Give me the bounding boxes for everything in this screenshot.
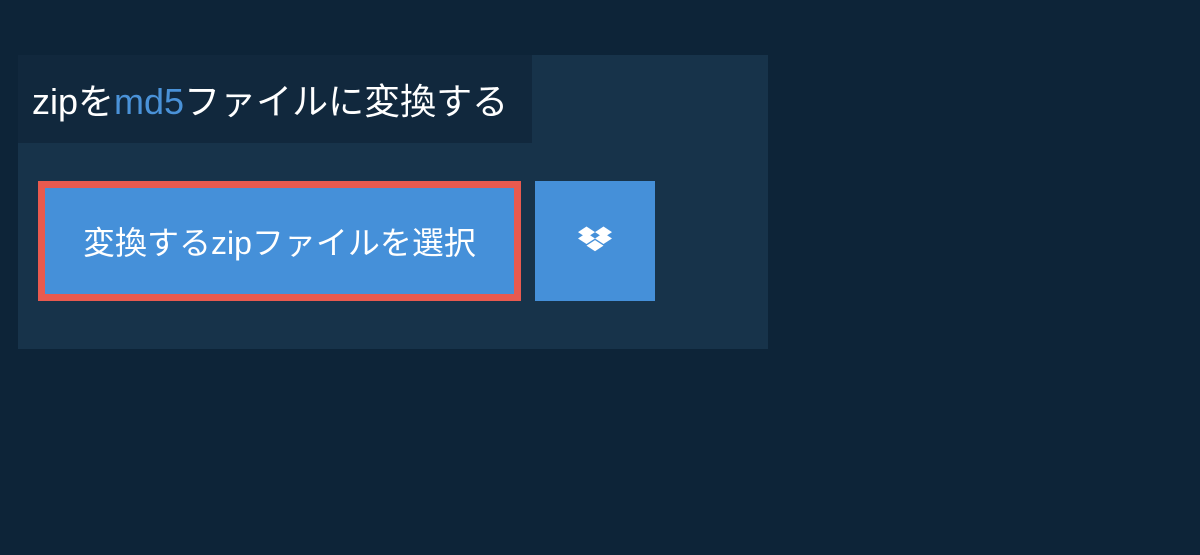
title-middle: を: [78, 81, 114, 122]
title-bar: zipをmd5ファイルに変換する: [18, 55, 532, 143]
dropbox-icon: [578, 226, 612, 256]
converter-panel: zipをmd5ファイルに変換する 変換するzipファイルを選択: [18, 55, 768, 349]
select-file-label: 変換するzipファイルを選択: [83, 218, 476, 264]
title-suffix: ファイルに変換する: [184, 81, 508, 122]
dropbox-button[interactable]: [535, 181, 655, 301]
button-row: 変換するzipファイルを選択: [38, 181, 768, 301]
title-prefix: zip: [32, 81, 78, 122]
title-highlight: md5: [114, 81, 184, 122]
select-file-button[interactable]: 変換するzipファイルを選択: [38, 181, 521, 301]
page-title: zipをmd5ファイルに変換する: [32, 81, 508, 122]
